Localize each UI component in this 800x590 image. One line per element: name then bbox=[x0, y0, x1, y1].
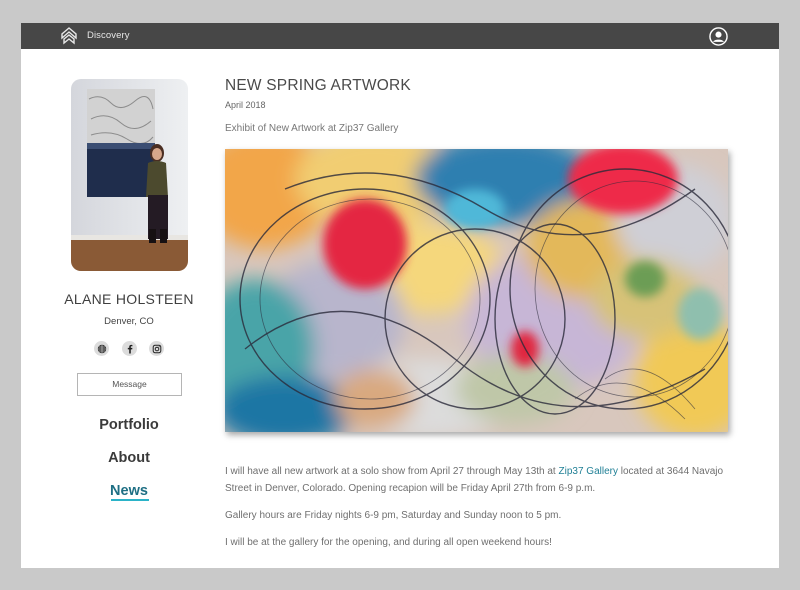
post-title: NEW SPRING ARTWORK bbox=[225, 77, 411, 94]
post-date: April 2018 bbox=[225, 100, 266, 110]
nav-portfolio[interactable]: Portfolio bbox=[41, 417, 217, 433]
facebook-icon[interactable] bbox=[122, 341, 137, 356]
nav-about[interactable]: About bbox=[41, 450, 217, 466]
artist-location: Denver, CO bbox=[104, 316, 154, 327]
artwork-image[interactable] bbox=[225, 149, 728, 432]
user-circle-icon[interactable] bbox=[709, 27, 728, 46]
post-paragraph-3: I will be at the gallery for the opening… bbox=[225, 537, 552, 548]
nav-news[interactable]: News bbox=[41, 483, 217, 499]
artist-portrait bbox=[71, 79, 188, 271]
stacked-chevron-logo-icon[interactable] bbox=[61, 27, 77, 45]
artist-name: ALANE HOLSTEEN bbox=[64, 291, 194, 307]
instagram-icon[interactable] bbox=[149, 341, 164, 356]
post-subtitle: Exhibit of New Artwork at Zip37 Gallery bbox=[225, 123, 399, 134]
nav-active-underline bbox=[111, 499, 149, 501]
message-button[interactable]: Message bbox=[77, 373, 182, 396]
post-paragraph-2: Gallery hours are Friday nights 6-9 pm, … bbox=[225, 510, 562, 521]
gallery-link[interactable]: Zip37 Gallery bbox=[559, 466, 618, 477]
brand-name[interactable]: Discovery bbox=[87, 30, 130, 41]
top-bar: Discovery bbox=[21, 23, 779, 49]
browser-frame: Discovery ALANE HOLSTEEN Denver, CO Mess… bbox=[21, 23, 779, 568]
globe-icon[interactable] bbox=[94, 341, 109, 356]
post-paragraph-1: I will have all new artwork at a solo sh… bbox=[225, 466, 724, 494]
